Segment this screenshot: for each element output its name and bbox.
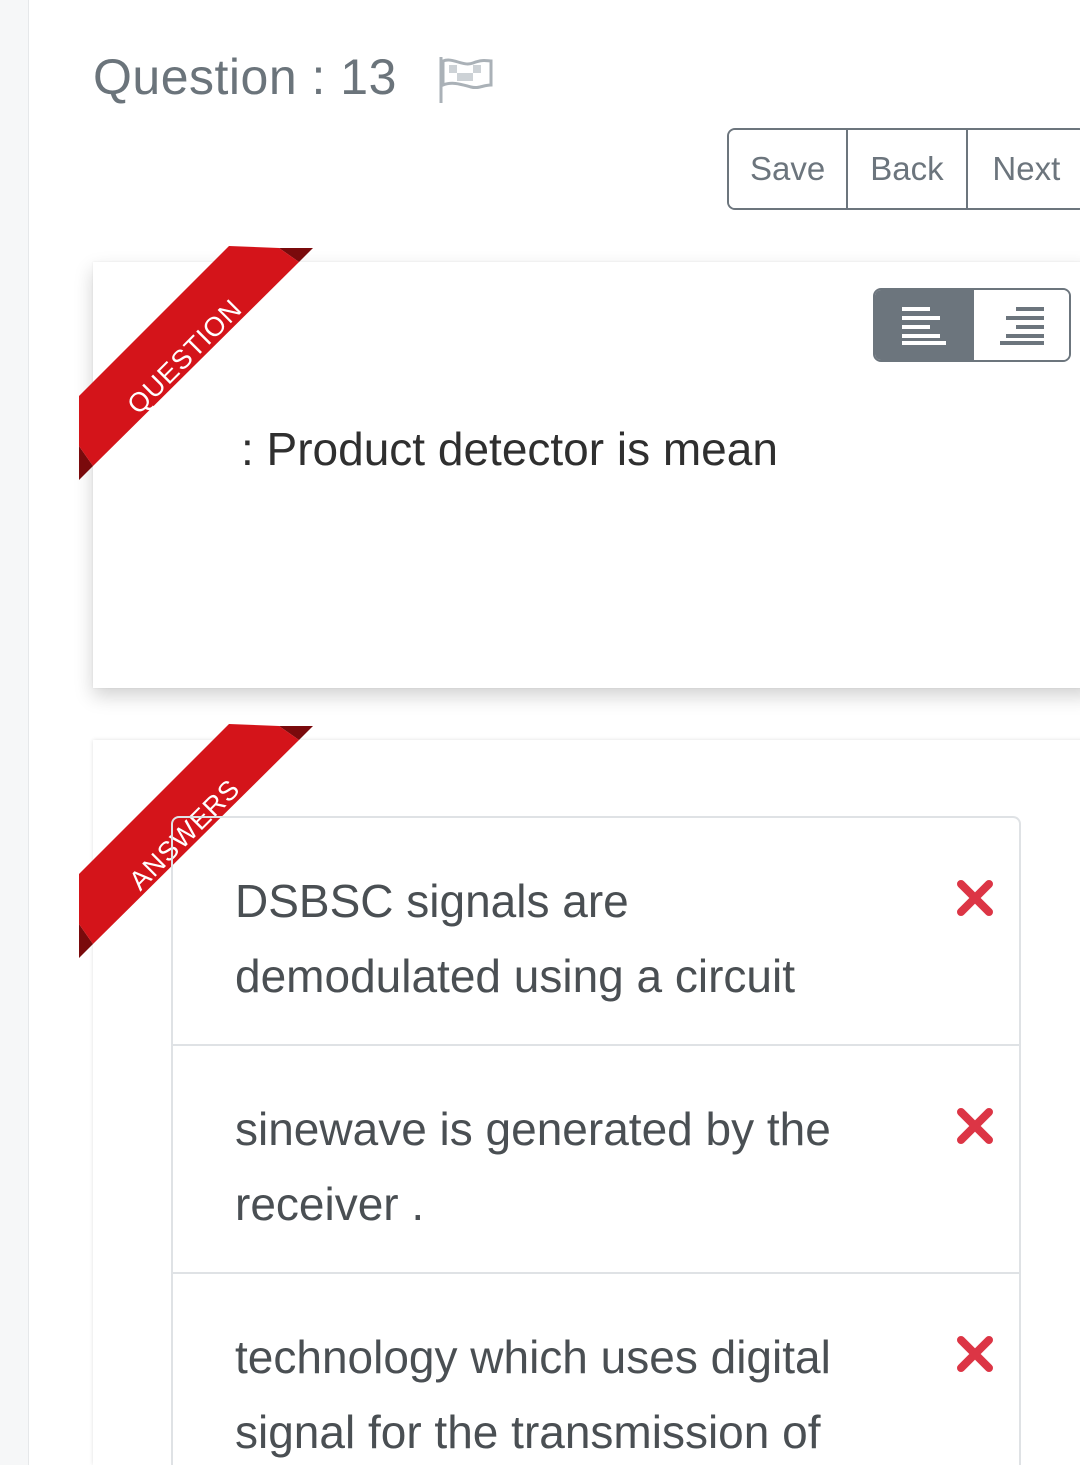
back-button[interactable]: Back (848, 130, 968, 208)
answer-option[interactable]: technology which uses digital signal for… (173, 1274, 1019, 1465)
incorrect-x-icon (957, 880, 993, 916)
next-button[interactable]: Next (967, 130, 1080, 208)
navigation-button-group: Save Back Next (727, 128, 1080, 210)
align-left-button[interactable] (875, 290, 972, 360)
question-header: Question : 13 (93, 48, 495, 106)
answers-card: ANSWERS DSBSC signals are demodulated us… (79, 724, 1080, 1465)
answer-text: DSBSC signals are demodulated using a ci… (235, 875, 795, 1002)
incorrect-x-icon (957, 1336, 993, 1372)
answer-text: technology which uses digital signal for… (235, 1331, 831, 1458)
align-right-icon (999, 307, 1044, 345)
question-number: Question : 13 (93, 49, 397, 105)
answer-option[interactable]: sinewave is generated by the receiver . (173, 1046, 1019, 1274)
page: Question : 13 Save Back Next QUESTION: … (28, 0, 1080, 1465)
question-text: : Product detector is mean (241, 423, 778, 475)
answer-option[interactable]: DSBSC signals are demodulated using a ci… (173, 818, 1019, 1046)
text-align-toggle (873, 288, 1071, 362)
incorrect-x-icon (957, 1108, 993, 1144)
answer-text: sinewave is generated by the receiver . (235, 1103, 831, 1230)
align-left-icon (901, 307, 946, 345)
question-card: QUESTION: Product detector is mean (79, 246, 1080, 688)
save-button[interactable]: Save (729, 130, 849, 208)
flag-icon[interactable] (437, 55, 495, 105)
answers-list: DSBSC signals are demodulated using a ci… (171, 816, 1021, 1465)
align-right-button[interactable] (972, 290, 1069, 360)
